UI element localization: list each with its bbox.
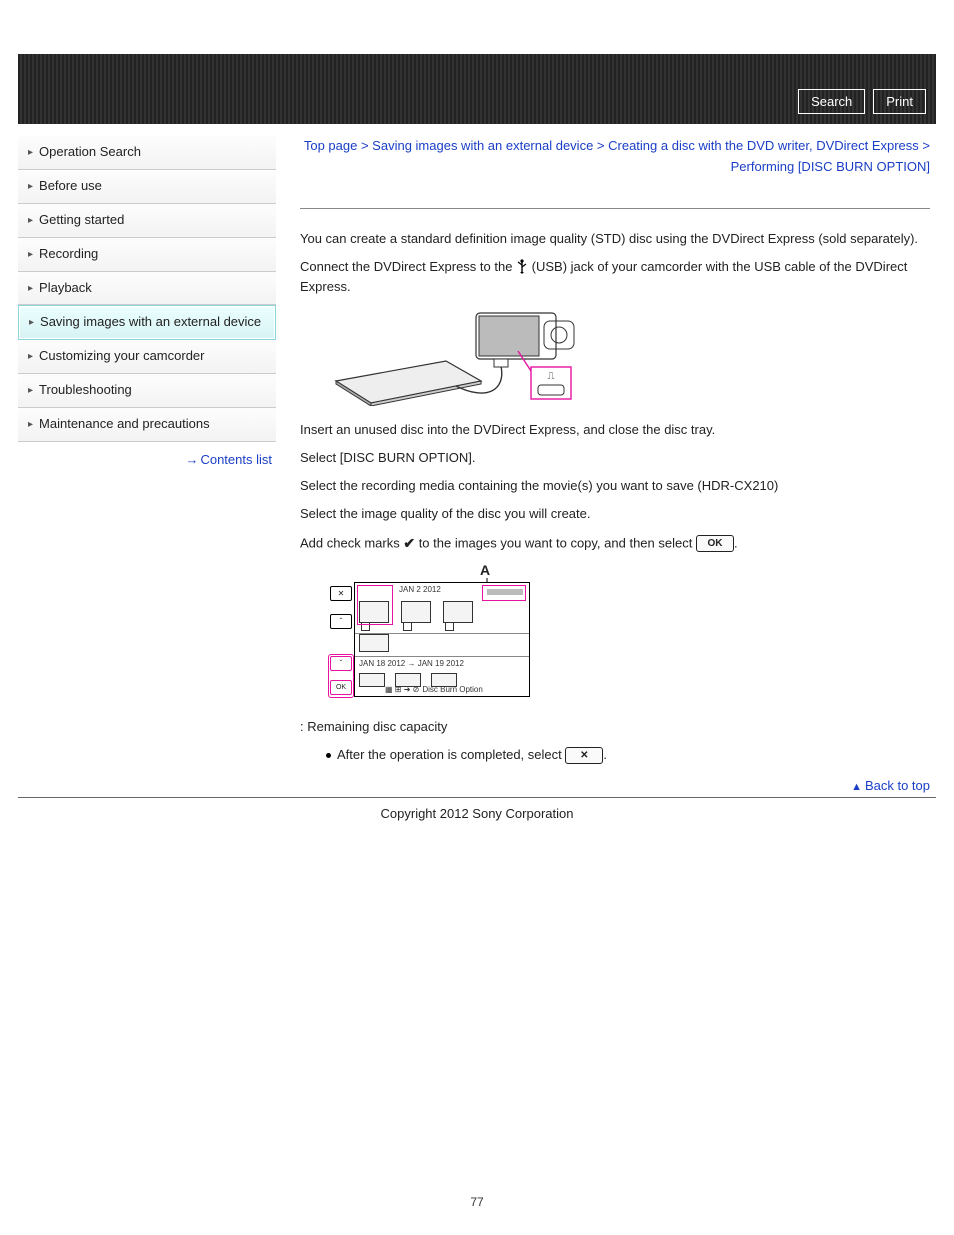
caret-right-icon: ▸: [28, 212, 33, 227]
page-number: 77: [0, 1195, 954, 1209]
breadcrumb-subsection[interactable]: Creating a disc with the DVD writer, DVD…: [608, 138, 919, 153]
sidebar-item-label: Operation Search: [39, 144, 141, 161]
header-banner: Search Print: [18, 54, 936, 124]
caret-right-icon: ▸: [28, 246, 33, 261]
back-to-top-link[interactable]: ▲Back to top: [300, 778, 930, 793]
copyright-text: Copyright 2012 Sony Corporation: [18, 806, 936, 821]
bullet-complete: After the operation is completed, select…: [326, 745, 930, 765]
step-insert: Insert an unused disc into the DVDirect …: [300, 420, 930, 440]
screen-date-range-text: JAN 18 2012 → JAN 19 2012: [355, 657, 529, 673]
sidebar-item-operation-search[interactable]: ▸ Operation Search: [18, 136, 276, 170]
footer-divider: [18, 797, 936, 798]
step-quality: Select the image quality of the disc you…: [300, 504, 930, 524]
sidebar-item-saving-images[interactable]: ▸ Saving images with an external device: [18, 305, 276, 340]
caret-right-icon: ▸: [28, 144, 33, 159]
step-media: Select the recording media containing th…: [300, 476, 930, 496]
caret-right-icon: ▸: [28, 280, 33, 295]
breadcrumb-top[interactable]: Top page: [304, 138, 358, 153]
connection-illustration: ⎍: [326, 311, 586, 406]
divider: [300, 208, 930, 209]
sidebar-item-label: Recording: [39, 246, 98, 263]
sidebar-item-playback[interactable]: ▸ Playback: [18, 272, 276, 306]
caret-right-icon: ▸: [28, 178, 33, 193]
down-icon: ˇ: [330, 656, 352, 671]
caret-right-icon: ▸: [28, 416, 33, 431]
triangle-up-icon: ▲: [851, 781, 862, 793]
sidebar-item-label: Maintenance and precautions: [39, 416, 210, 433]
x-chip-icon: ✕: [565, 747, 603, 764]
check-icon: ✔: [403, 535, 415, 551]
remaining-capacity-text: : Remaining disc capacity: [300, 717, 930, 737]
sidebar-nav: ▸ Operation Search ▸ Before use ▸ Getting s…: [18, 136, 276, 477]
step-check: Add check marks ✔ to the images you want…: [300, 533, 930, 555]
sidebar-item-recording[interactable]: ▸ Recording: [18, 238, 276, 272]
sidebar-item-before-use[interactable]: ▸ Before use: [18, 170, 276, 204]
breadcrumb: Top page > Saving images with an externa…: [300, 136, 930, 178]
caret-right-icon: ▸: [29, 314, 34, 329]
step-connect: Connect the DVDirect Express to the (USB…: [300, 257, 930, 297]
print-button[interactable]: Print: [873, 89, 926, 114]
sidebar-item-label: Saving images with an external device: [40, 314, 261, 331]
screen-illustration: A ✕ ˆ ˇ OK JAN 2 2012: [326, 568, 536, 703]
sidebar-item-label: Getting started: [39, 212, 124, 229]
breadcrumb-section[interactable]: Saving images with an external device: [372, 138, 593, 153]
ok-icon: OK: [330, 680, 352, 695]
sidebar-item-maintenance[interactable]: ▸ Maintenance and precautions: [18, 408, 276, 442]
sidebar-item-label: Customizing your camcorder: [39, 348, 204, 365]
search-button[interactable]: Search: [798, 89, 865, 114]
svg-text:⎍: ⎍: [548, 371, 555, 382]
sidebar-item-label: Troubleshooting: [39, 382, 132, 399]
usb-icon: [516, 258, 528, 276]
screen-caption-text: Disc Burn Option: [422, 685, 482, 694]
up-icon: ˆ: [330, 614, 352, 629]
callout-a-label: A: [480, 562, 490, 578]
caret-right-icon: ▸: [28, 382, 33, 397]
sidebar-item-getting-started[interactable]: ▸ Getting started: [18, 204, 276, 238]
breadcrumb-current: Performing [DISC BURN OPTION]: [731, 159, 930, 174]
caret-right-icon: ▸: [28, 348, 33, 363]
intro-text: You can create a standard definition ima…: [300, 229, 930, 249]
sidebar-item-customizing[interactable]: ▸ Customizing your camcorder: [18, 340, 276, 374]
sidebar-item-troubleshooting[interactable]: ▸ Troubleshooting: [18, 374, 276, 408]
sidebar-item-label: Playback: [39, 280, 92, 297]
ok-chip-icon: OK: [696, 535, 734, 552]
close-icon: ✕: [330, 586, 352, 601]
contents-list-link[interactable]: Contents list: [200, 452, 272, 467]
step-select-option: Select [DISC BURN OPTION].: [300, 448, 930, 468]
sidebar-item-label: Before use: [39, 178, 102, 195]
arrow-right-icon: →: [185, 452, 198, 467]
main-content: Top page > Saving images with an externa…: [276, 136, 936, 793]
bullet-dot-icon: [326, 753, 331, 758]
